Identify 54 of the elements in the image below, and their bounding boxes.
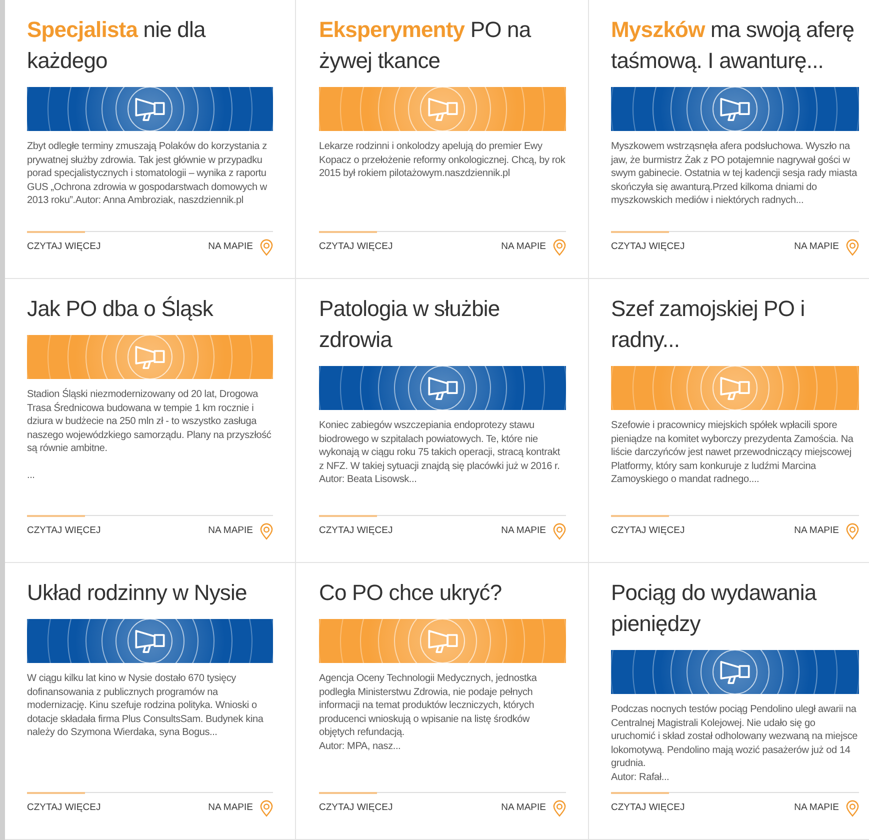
- megaphone-icon: [134, 345, 166, 369]
- map-link[interactable]: NA MAPIE: [208, 523, 273, 540]
- map-link[interactable]: NA MAPIE: [501, 523, 566, 540]
- read-more-link[interactable]: CZYTAJ WIĘCEJ: [611, 801, 685, 816]
- read-more-link[interactable]: CZYTAJ WIĘCEJ: [27, 524, 101, 539]
- read-more-link[interactable]: CZYTAJ WIĘCEJ: [27, 240, 101, 255]
- article-title[interactable]: Eksperymenty PO na żywej tkance: [319, 14, 566, 76]
- map-pin-icon: [553, 800, 566, 817]
- read-more-link[interactable]: CZYTAJ WIĘCEJ: [611, 524, 685, 539]
- read-more-link[interactable]: CZYTAJ WIĘCEJ: [27, 801, 101, 816]
- map-link[interactable]: NA MAPIE: [794, 800, 859, 817]
- megaphone-icon: [426, 376, 458, 400]
- map-pin-icon: [260, 800, 273, 817]
- map-link[interactable]: NA MAPIE: [501, 239, 566, 256]
- article-title[interactable]: Myszków ma swoją aferę taśmową. I awanturę...: [611, 14, 859, 76]
- map-pin-icon: [846, 800, 859, 817]
- map-link[interactable]: NA MAPIE: [208, 800, 273, 817]
- article-title[interactable]: Jak PO dba o Śląsk: [27, 293, 273, 324]
- megaphone-icon: [719, 660, 751, 684]
- article-excerpt: Lekarze rodzinni i onkolodzy apelują do premier Ewy Kopacz o przełożenie reformy onkologicznej. Chcą, by rok 2015 był rokiem pilotażowym.naszdziennik.pl: [319, 140, 566, 180]
- article-excerpt: Stadion Śląski niezmodernizowany od 20 lat, Drogowa Trasa Średnicowa budowana w tempie 1 km rocznie i dziura w budżecie na 250 mln zł - to wszystko zasługa naszego wojewódzkiego samorządu. Plany na przyszłość są równie ambitne. ...: [27, 388, 272, 482]
- map-link[interactable]: NA MAPIE: [501, 800, 566, 817]
- map-link[interactable]: NA MAPIE: [208, 239, 273, 256]
- article-title[interactable]: Co PO chce ukryć?: [319, 577, 566, 608]
- article-title[interactable]: Specjalista nie dla każdego: [27, 14, 273, 76]
- article-excerpt: Agencja Oceny Technologii Medycznych, jednostka podległa Ministerstwu Zdrowia, nie podaje pełnych informacji na temat produktów leczniczych, których producenci wnioskują o wpisanie na listę środków objętych refundacją. Autor: MPA, nasz...: [319, 672, 538, 753]
- article-title[interactable]: Patologia w służbie zdrowia: [319, 293, 566, 355]
- megaphone-icon: [426, 97, 458, 121]
- megaphone-icon: [719, 376, 751, 400]
- article-title[interactable]: Szef zamojskiej PO i radny...: [611, 293, 859, 355]
- megaphone-icon: [426, 629, 458, 653]
- map-pin-icon: [553, 239, 566, 256]
- article-title[interactable]: Pociąg do wydawania pieniędzy: [611, 577, 859, 639]
- article-title[interactable]: Układ rodzinny w Nysie: [27, 577, 273, 608]
- map-link[interactable]: NA MAPIE: [794, 523, 859, 540]
- article-excerpt: Myszkowem wstrząsnęła afera podsłuchowa. Wyszło na jaw, że burmistrz Żak z PO potajemnie nagrywał gości w swym gabinecie. Ostatnia w tej kadencji sesja rady miasta skończyła się awanturą.Przed kilkoma dniami do myszkowskich mediów i niektórych radnych...: [611, 140, 858, 208]
- map-pin-icon: [846, 239, 859, 256]
- map-link[interactable]: NA MAPIE: [794, 239, 859, 256]
- map-pin-icon: [260, 239, 273, 256]
- megaphone-icon: [719, 97, 751, 121]
- article-excerpt: Podczas nocnych testów pociąg Pendolino uległ awarii na Centralnej Magistrali Kolejowej. Nie udało się go uruchomić i skład został odholowany wezwaną na miejsce lokomotywą. Pendolino mają wozić pasażerów już od 14 grudnia. Autor: Rafał...: [611, 703, 859, 784]
- article-excerpt: Szefowie i pracownicy miejskich spółek wpłacili spore pieniądze na komitet wyborczy prezydenta Zamościa. Na liście darczyńców jest nawet przewodniczący miejscowej Platformy, który sam konkuruje z ludźmi Marcina Zamoyskiego o mandat radnego....: [611, 419, 854, 486]
- read-more-link[interactable]: CZYTAJ WIĘCEJ: [319, 240, 393, 255]
- map-pin-icon: [553, 523, 566, 540]
- megaphone-icon: [134, 97, 166, 121]
- map-pin-icon: [846, 523, 859, 540]
- article-excerpt: W ciągu kilku lat kino w Nysie dostało 670 tysięcy dofinansowania z publicznych programów na modernizację. Kinu szefuje rodzina polityka. Wnioski o dotacje składała firma Plus ConsultsSam. Budynek kina należy do Szymona Wierdaka, syna Bogus...: [27, 672, 264, 740]
- read-more-link[interactable]: CZYTAJ WIĘCEJ: [611, 240, 685, 255]
- megaphone-icon: [134, 629, 166, 653]
- read-more-link[interactable]: CZYTAJ WIĘCEJ: [319, 524, 393, 539]
- article-excerpt: Zbyt odległe terminy zmuszają Polaków do korzystania z prywatnej służby zdrowia. Tak jest głównie w przypadku porad specjalistycznych i stomatologii – wynika z raportu GUS „Ochrona zdrowia w gospodarstwach domowych w 2013 roku”.Autor: Anna Ambroziak, naszdziennik.pl: [27, 140, 268, 208]
- map-pin-icon: [260, 523, 273, 540]
- article-excerpt: Koniec zabiegów wszczepiania endoprotezy stawu biodrowego w szpitalach powiatowych. Te, które nie wykonają w ciągu roku 75 takich operacji, stracą kontrakt z NFZ. W takiej sytuacji znajdą się placówki już w 2016 r. Autor: Beata Lisowsk...: [319, 419, 562, 486]
- read-more-link[interactable]: CZYTAJ WIĘCEJ: [319, 801, 393, 816]
